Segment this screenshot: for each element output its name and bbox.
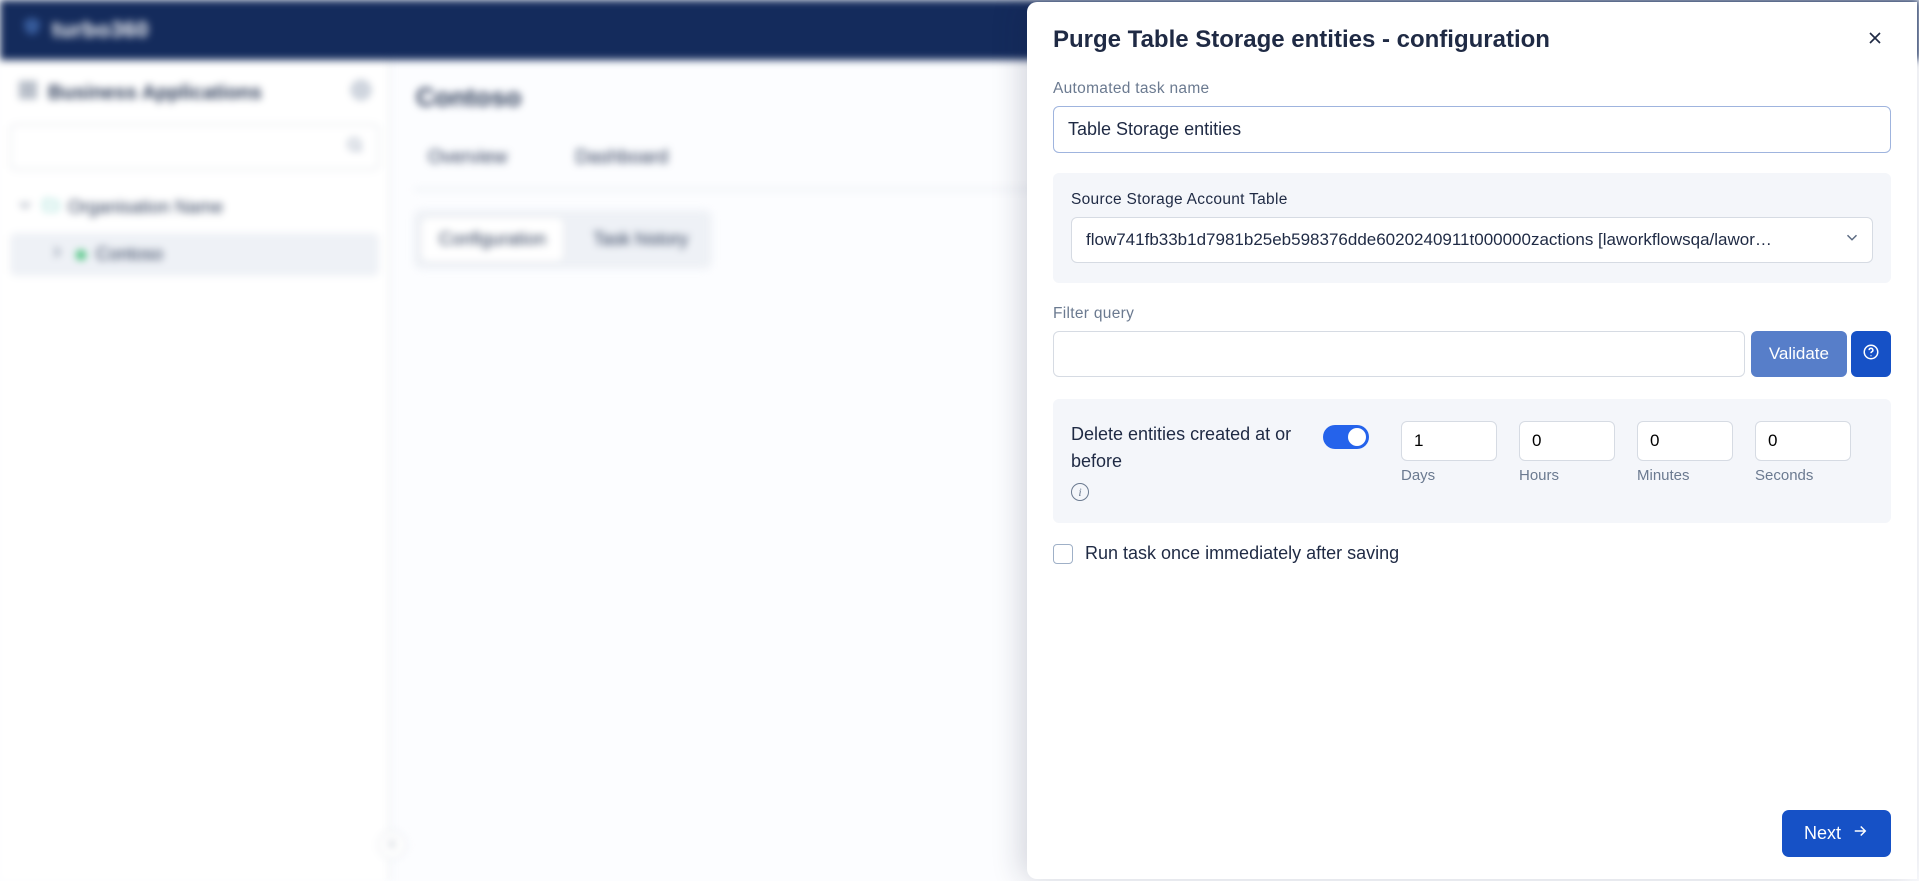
arrow-right-icon	[1851, 822, 1869, 845]
source-table-select[interactable]: flow741fb33b1d7981b25eb598376dde60202409…	[1071, 217, 1873, 263]
source-table-label: Source Storage Account Table	[1071, 191, 1873, 209]
tab-dashboard[interactable]: Dashboard	[571, 131, 672, 189]
seconds-input[interactable]	[1755, 421, 1851, 461]
info-icon[interactable]: i	[1071, 483, 1089, 501]
filter-query-input[interactable]	[1053, 331, 1745, 377]
run-once-label: Run task once immediately after saving	[1085, 543, 1399, 564]
task-name-input[interactable]	[1053, 106, 1891, 153]
filter-query-row: Validate	[1053, 331, 1891, 377]
close-button[interactable]	[1859, 24, 1891, 56]
brand-logo-icon	[22, 17, 42, 43]
panel-header: Purge Table Storage entities - configura…	[1053, 24, 1891, 56]
subtab-task-history[interactable]: Task history	[575, 217, 706, 262]
chevron-down-icon	[16, 196, 34, 219]
delete-before-block: Delete entities created at or before i D…	[1053, 399, 1891, 523]
source-table-block: Source Storage Account Table flow741fb33…	[1053, 173, 1891, 283]
hours-label: Hours	[1519, 467, 1615, 484]
brand: turbo360	[22, 17, 149, 43]
filter-query-label: Filter query	[1053, 305, 1891, 323]
close-icon	[1865, 28, 1885, 53]
apps-icon	[18, 80, 38, 106]
tree-child-label: Contoso	[96, 244, 163, 265]
tree-org-row[interactable]: Organisation Name	[10, 192, 379, 223]
sidebar: Business Applications Org	[0, 60, 390, 881]
chevron-right-icon	[48, 243, 66, 266]
subtab-configuration[interactable]: Configuration	[420, 216, 565, 263]
status-dot-icon	[76, 250, 86, 260]
run-once-checkbox[interactable]	[1053, 544, 1073, 564]
task-name-label: Automated task name	[1053, 80, 1891, 98]
sidebar-title-row: Business Applications	[10, 74, 379, 112]
help-icon	[1862, 343, 1880, 366]
duration-group: Days Hours Minutes Seconds	[1401, 421, 1851, 484]
tree-child-row[interactable]: Contoso	[10, 233, 379, 276]
minutes-label: Minutes	[1637, 467, 1733, 484]
delete-before-label-wrap: Delete entities created at or before i	[1071, 421, 1301, 501]
brand-text: turbo360	[52, 17, 149, 43]
delete-before-toggle[interactable]	[1323, 425, 1369, 449]
next-button[interactable]: Next	[1782, 810, 1891, 857]
chevron-left-icon	[385, 837, 399, 854]
sub-tabs: Configuration Task history	[414, 210, 712, 269]
delete-before-label: Delete entities created at or before	[1071, 421, 1301, 475]
minutes-input[interactable]	[1637, 421, 1733, 461]
panel-footer: Next	[1053, 800, 1891, 857]
source-table-value: flow741fb33b1d7981b25eb598376dde60202409…	[1071, 217, 1873, 263]
validate-button-label: Validate	[1769, 344, 1829, 363]
tree-org-label: Organisation Name	[68, 197, 223, 218]
panel-title: Purge Table Storage entities - configura…	[1053, 26, 1550, 54]
next-button-label: Next	[1804, 823, 1841, 844]
run-once-row: Run task once immediately after saving	[1053, 543, 1891, 564]
days-label: Days	[1401, 467, 1497, 484]
days-input[interactable]	[1401, 421, 1497, 461]
seconds-label: Seconds	[1755, 467, 1851, 484]
gear-icon[interactable]	[351, 80, 371, 106]
panel-body: Automated task name Source Storage Accou…	[1053, 80, 1891, 800]
filter-help-button[interactable]	[1851, 331, 1891, 377]
validate-button[interactable]: Validate	[1751, 331, 1847, 377]
sidebar-collapse-button[interactable]	[378, 831, 406, 859]
search-icon	[346, 136, 364, 159]
hours-input[interactable]	[1519, 421, 1615, 461]
tab-overview[interactable]: Overview	[424, 131, 511, 189]
folder-icon	[42, 196, 60, 219]
config-panel: Purge Table Storage entities - configura…	[1027, 2, 1917, 879]
sidebar-title: Business Applications	[48, 82, 262, 105]
sidebar-tree: Organisation Name Contoso	[10, 192, 379, 276]
sidebar-search[interactable]	[10, 124, 379, 170]
